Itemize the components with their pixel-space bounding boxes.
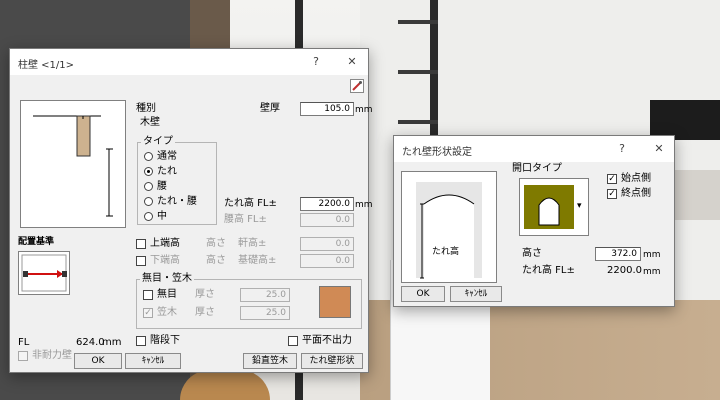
start-side-checkbox[interactable]: ✓	[607, 174, 617, 184]
kasagi-checkbox[interactable]: ✓	[143, 308, 153, 318]
wall-dialog-titlebar[interactable]: 柱壁 <1/1> ? ✕	[10, 49, 368, 75]
lower-end-input[interactable]: 0.0	[300, 254, 354, 268]
upper-end-label: 上端高	[150, 238, 180, 249]
style-radio-normal[interactable]	[144, 152, 153, 161]
fl-label: FL	[18, 337, 30, 348]
chair	[180, 370, 270, 400]
style-radio-middle[interactable]	[144, 212, 153, 221]
below-stair-label: 階段下	[150, 335, 180, 346]
style-group-label: タイプ	[141, 136, 175, 148]
style-label: たれ	[157, 166, 177, 177]
type-label: 種別	[136, 103, 156, 114]
help-button[interactable]: ?	[306, 53, 326, 71]
fl-unit: mm	[102, 337, 122, 348]
tare-height-input[interactable]: 2200.0	[300, 197, 354, 211]
help-button[interactable]: ?	[612, 140, 632, 158]
height-input[interactable]: 372.0	[595, 247, 641, 261]
vertical-kasagi-button[interactable]: 鉛直笠木	[243, 353, 297, 369]
tare-fl-unit: mm	[643, 267, 661, 277]
end-side-label: 終点側	[621, 188, 651, 199]
wall-preview	[20, 100, 126, 228]
close-button[interactable]: ✕	[649, 140, 669, 158]
shelf-board	[398, 70, 438, 74]
lower-end-ref: 基礎高±	[238, 255, 277, 266]
tare-shape-titlebar[interactable]: たれ壁形状設定 ? ✕	[394, 136, 674, 162]
eyedropper-icon[interactable]	[350, 79, 364, 93]
type-value: 木壁	[140, 117, 160, 128]
koshi-height-label: 腰高 FL±	[224, 214, 267, 225]
cancel-button[interactable]: ｷｬﾝｾﾙ	[125, 353, 181, 369]
height-label: 高さ	[522, 248, 542, 259]
wall-dialog: 柱壁 <1/1> ? ✕ 種別 木壁 壁厚 105.0 mm タイプ 通常 たれ…	[9, 48, 373, 373]
dialog-title: 柱壁 <1/1>	[18, 60, 75, 71]
color-swatch[interactable]	[319, 286, 351, 318]
kasagi-input[interactable]: 25.0	[240, 306, 290, 320]
tare-shape-dialog: たれ壁形状設定 ? ✕ たれ高 開口タイプ ▾ ✓ 始点側 ✓ 終点側 高さ 3…	[393, 135, 675, 307]
kasagi-label: 笠木	[157, 307, 177, 318]
tare-shape-button[interactable]: たれ壁形状	[301, 353, 363, 369]
dialog-title: たれ壁形状設定	[402, 147, 472, 158]
ok-button[interactable]: OK	[74, 353, 122, 369]
style-label: たれ・腰	[157, 196, 197, 207]
style-radio-tare[interactable]	[144, 167, 153, 176]
tare-height-unit: mm	[355, 200, 373, 210]
style-radio-tare-koshi[interactable]	[144, 197, 153, 206]
opening-type-dropdown[interactable]: ▾	[519, 178, 589, 236]
style-label: 通常	[157, 151, 177, 162]
no-plane-output-checkbox[interactable]	[288, 336, 298, 346]
tare-fl-value: 2200.0	[607, 265, 642, 276]
upper-end-input[interactable]: 0.0	[300, 237, 354, 251]
no-plane-output-label: 平面不出力	[302, 335, 352, 346]
non-bearing-checkbox[interactable]	[18, 351, 28, 361]
shelf-board	[398, 120, 438, 124]
placement-selector[interactable]	[18, 251, 70, 295]
opening-type-label: 開口タイプ	[512, 163, 562, 174]
non-bearing-label: 非耐力壁	[32, 350, 72, 361]
style-label: 腰	[157, 181, 167, 192]
opening-type-swatch	[524, 185, 574, 229]
mume-thickness-label: 厚さ	[195, 289, 215, 300]
upper-end-ref: 軒高±	[238, 238, 267, 249]
end-side-checkbox[interactable]: ✓	[607, 189, 617, 199]
start-side-label: 始点側	[621, 173, 651, 184]
chevron-down-icon[interactable]: ▾	[577, 201, 582, 211]
tv-screen	[650, 100, 720, 140]
close-button[interactable]: ✕	[342, 53, 362, 71]
mume-label: 無目	[157, 289, 177, 300]
fl-value: 624.0	[76, 337, 105, 348]
lower-end-height: 高さ	[206, 255, 226, 266]
mume-input[interactable]: 25.0	[240, 288, 290, 302]
cancel-button[interactable]: ｷｬﾝｾﾙ	[450, 286, 502, 302]
shelf-board	[398, 20, 438, 24]
below-stair-checkbox[interactable]	[136, 336, 146, 346]
tare-preview	[401, 171, 497, 283]
upper-end-checkbox[interactable]	[136, 239, 146, 249]
tare-fl-label: たれ高 FL±	[522, 265, 575, 276]
thickness-input[interactable]: 105.0	[300, 102, 354, 116]
thickness-unit: mm	[355, 105, 373, 115]
kasagi-thickness-label: 厚さ	[195, 307, 215, 318]
tare-preview-label: たれ高	[432, 247, 460, 257]
placement-label: 配置基準	[18, 237, 55, 247]
lower-end-checkbox[interactable]	[136, 256, 146, 266]
tare-shape-body: たれ高 開口タイプ ▾ ✓ 始点側 ✓ 終点側 高さ 372.0 mm たれ高 …	[394, 162, 674, 306]
style-label: 中	[157, 211, 167, 222]
style-radio-koshi[interactable]	[144, 182, 153, 191]
height-unit: mm	[643, 250, 661, 260]
mume-kasagi-label: 無目・笠木	[140, 273, 194, 285]
ok-button[interactable]: OK	[401, 286, 445, 302]
koshi-height-input[interactable]: 0.0	[300, 213, 354, 227]
tare-height-label: たれ高 FL±	[224, 198, 277, 209]
wall-dialog-body: 種別 木壁 壁厚 105.0 mm タイプ 通常 たれ 腰 たれ・腰 中 たれ高…	[10, 75, 373, 372]
lower-end-label: 下端高	[150, 255, 180, 266]
thickness-label: 壁厚	[260, 103, 280, 114]
upper-end-height: 高さ	[206, 238, 226, 249]
mume-checkbox[interactable]	[143, 290, 153, 300]
